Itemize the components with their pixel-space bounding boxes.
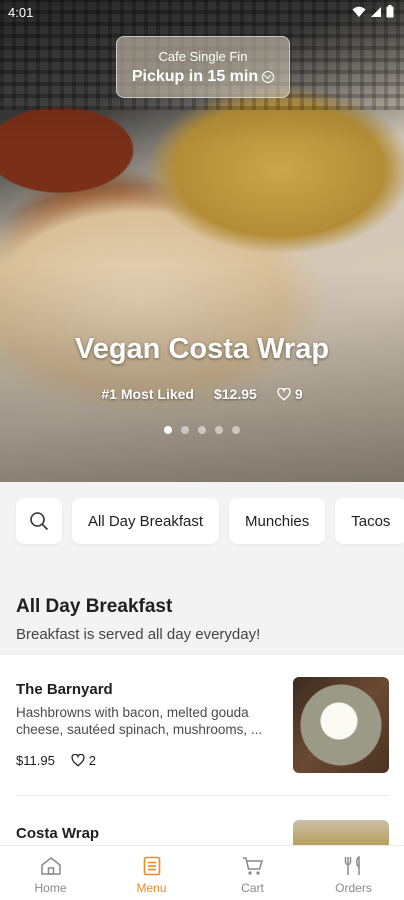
nav-tab-cart[interactable]: Cart — [202, 846, 303, 900]
menu-icon — [143, 856, 160, 876]
section-subtitle: Breakfast is served all day everyday! — [16, 626, 261, 643]
menu-item[interactable]: Costa Wrap — [0, 655, 404, 845]
carousel-dot[interactable] — [181, 426, 189, 434]
featured-tag: #1 Most Liked — [101, 386, 194, 402]
nav-label: Cart — [241, 881, 264, 895]
category-chip-tacos[interactable]: Tacos — [335, 498, 404, 544]
signal-icon — [371, 6, 381, 17]
featured-item-meta: #1 Most Liked $12.95 9 — [0, 386, 404, 402]
carousel-dot[interactable] — [164, 426, 172, 434]
chevron-down-icon — [262, 71, 275, 83]
cart-icon — [242, 857, 263, 875]
category-chip-munchies[interactable]: Munchies — [229, 498, 326, 544]
section-title: All Day Breakfast — [16, 596, 173, 617]
section-header: All Day Breakfast Breakfast is served al… — [16, 596, 260, 643]
search-icon — [30, 512, 49, 531]
menu-item-list: The Barnyard Hashbrowns with bacon, melt… — [0, 655, 404, 845]
nav-label: Home — [34, 881, 67, 895]
search-button[interactable] — [16, 498, 62, 544]
category-bar: All Day Breakfast Munchies Tacos — [0, 482, 404, 560]
orders-icon — [344, 856, 360, 875]
nav-tab-menu[interactable]: Menu — [101, 846, 202, 900]
bottom-navigation: Home Menu Cart Orders — [0, 845, 404, 900]
hero-banner[interactable]: 4:01 Cafe Single Fin Pickup in 15 min Ve… — [0, 0, 404, 482]
nav-label: Orders — [335, 881, 372, 895]
menu-item-image — [293, 820, 389, 845]
featured-likes: 9 — [294, 386, 303, 402]
home-icon — [40, 857, 61, 875]
status-bar: 4:01 — [0, 0, 404, 26]
battery-icon — [386, 5, 394, 18]
wifi-icon — [352, 6, 366, 17]
status-time: 4:01 — [8, 5, 34, 20]
pickup-location: Cafe Single Fin — [158, 49, 248, 64]
category-chip-all-day-breakfast[interactable]: All Day Breakfast — [72, 498, 220, 544]
nav-tab-home[interactable]: Home — [0, 846, 101, 900]
nav-tab-orders[interactable]: Orders — [303, 846, 404, 900]
nav-label: Menu — [136, 881, 167, 895]
heart-icon — [277, 387, 291, 401]
pickup-time: Pickup in 15 min — [131, 68, 259, 85]
carousel-dots[interactable] — [0, 426, 404, 434]
carousel-dot[interactable] — [198, 426, 206, 434]
carousel-dot[interactable] — [232, 426, 240, 434]
menu-item-name: Costa Wrap — [16, 825, 100, 842]
pickup-selector[interactable]: Cafe Single Fin Pickup in 15 min — [116, 36, 290, 98]
featured-item-title: Vegan Costa Wrap — [74, 333, 330, 365]
carousel-dot[interactable] — [215, 426, 223, 434]
featured-price: $12.95 — [213, 386, 257, 402]
